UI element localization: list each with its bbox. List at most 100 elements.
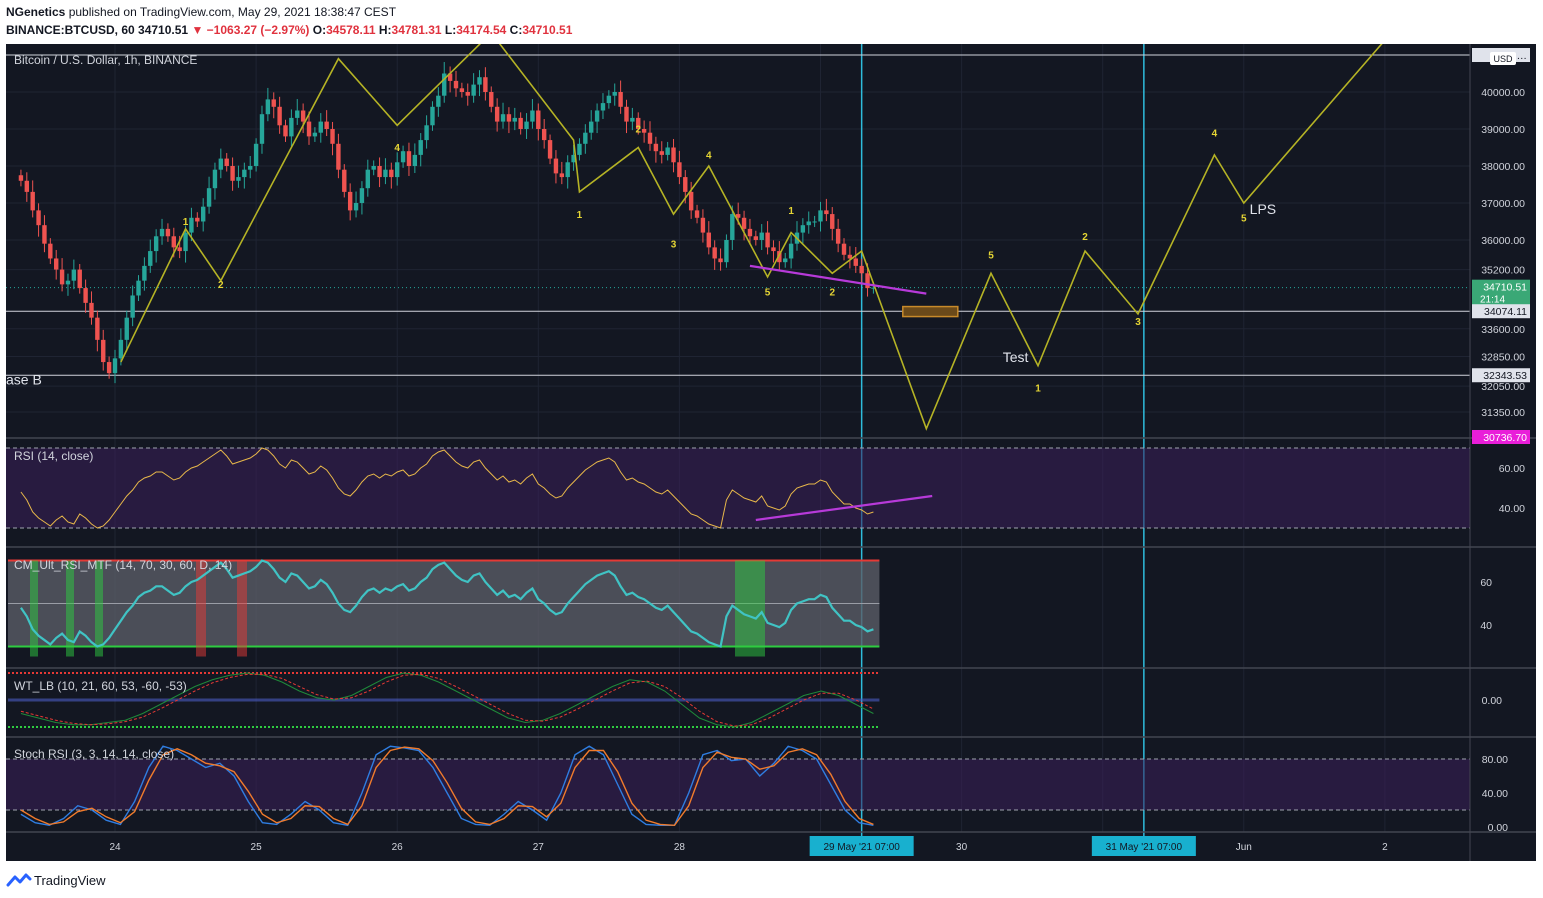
candle-body [706,232,711,248]
candle-body [212,169,218,189]
candle-body [424,125,429,141]
candle-body [489,92,494,107]
ult-rsi-pane[interactable] [8,559,880,657]
x-tick-label: 26 [392,842,404,853]
candle-body [641,128,647,133]
wt-tick: 0.00 [1482,695,1503,707]
candle-body [436,95,441,107]
currency-label: USD [1493,54,1513,64]
pane-title: Stoch RSI (3, 3, 14, 14, close) [14,747,174,761]
candle-body [559,173,565,178]
candle-body [818,210,823,222]
candle-body [230,165,235,181]
candle-body [36,210,41,226]
wave-label: 2 [1082,232,1088,243]
rsi-tick: 40.00 [1499,503,1525,515]
candle-body [236,177,241,181]
candle-body [688,191,694,211]
candle-body [365,169,371,189]
x-tick-label: 29 May '21 07:00 [823,842,900,853]
candle-body [95,317,100,340]
candle-body [406,151,412,166]
candle-body [589,121,594,133]
y-tick-label: 39000.00 [1481,124,1525,136]
y-tick-label: 40000.00 [1481,87,1525,99]
candle-body [500,114,506,122]
wave-label: 1 [577,210,583,221]
candle-body [647,132,653,144]
candle-body [594,110,600,122]
wave-label: 3 [1135,317,1141,328]
chart-canvas[interactable]: 31241234152523145TestLPSase B 2425262728… [0,44,1543,862]
wave-label: 4 [706,151,712,162]
wave-label: 1 [788,206,794,217]
candle-body [106,362,112,374]
x-tick-label: 2 [1382,842,1388,853]
candle-body [835,228,841,244]
candle-body [830,214,835,229]
candle-body [665,147,670,155]
candle-body [812,221,817,223]
candle-body [189,217,194,233]
rsi-pane[interactable] [6,447,1470,529]
candle-body [101,339,106,363]
candle-body [788,243,794,259]
candle-body [465,92,470,96]
stoch-band [6,759,1470,810]
close-value: 34710.51 [522,23,573,37]
x-tick-label: 31 May '21 07:00 [1106,842,1183,853]
candle-body [618,92,623,107]
candle-body [248,165,253,170]
candle-body [606,95,612,104]
candle-body [395,162,400,178]
candle-body [353,202,359,211]
candle-body [771,247,776,252]
candle-body [524,121,529,129]
candle-body [612,92,617,96]
symbol: BINANCE:BTCUSD, 60 [6,23,135,37]
candle-body [600,103,606,111]
chart-header: NGenetics published on TradingView.com, … [0,0,1543,44]
candle-body [283,125,288,137]
ult-highlight-0 [30,560,38,657]
candle-body [730,214,735,240]
wave-label: 2 [829,287,835,298]
candle-body [177,247,182,252]
candle-body [377,165,382,178]
x-tick-label: 28 [674,842,686,853]
wave-label: 4 [1212,128,1218,139]
candle-body [553,158,559,174]
candle-body [477,77,482,85]
rsi-tick: 60.00 [1499,463,1525,475]
publisher-name[interactable]: NGenetics [6,5,65,19]
footer-brand[interactable]: TradingView [34,873,106,888]
open-label: O: [312,23,327,37]
candle-body [148,251,153,266]
candle-body [65,280,71,285]
candle-body [718,258,723,263]
candle-body [471,84,476,96]
candle-body [530,110,535,122]
y-tick-label: 38000.00 [1481,161,1525,173]
wave-label: 1 [183,217,189,228]
candle-body [536,110,541,129]
candle-body [112,358,118,374]
candle-body [694,210,700,218]
candle-body [224,158,229,166]
y-tick-label: 35200.00 [1481,265,1525,277]
candle-body [83,288,88,303]
candle-body [400,151,406,163]
candle-body [671,147,676,163]
candle-body [71,269,77,281]
candle-body [624,106,629,122]
price-label: 34074.11 [1484,306,1527,318]
stoch-tick: 40.00 [1482,788,1508,800]
low-value: 34174.54 [456,23,507,37]
candle-body [242,169,247,178]
price-label: 34710.51 [1483,282,1527,294]
candle-body [289,117,294,137]
y-tick-label: 32850.00 [1481,352,1525,364]
candle-body [206,188,212,207]
candle-body [42,225,47,244]
pane-title: CM_Ult_RSI_MTF (14, 70, 30, 60, D, 14) [14,558,232,572]
